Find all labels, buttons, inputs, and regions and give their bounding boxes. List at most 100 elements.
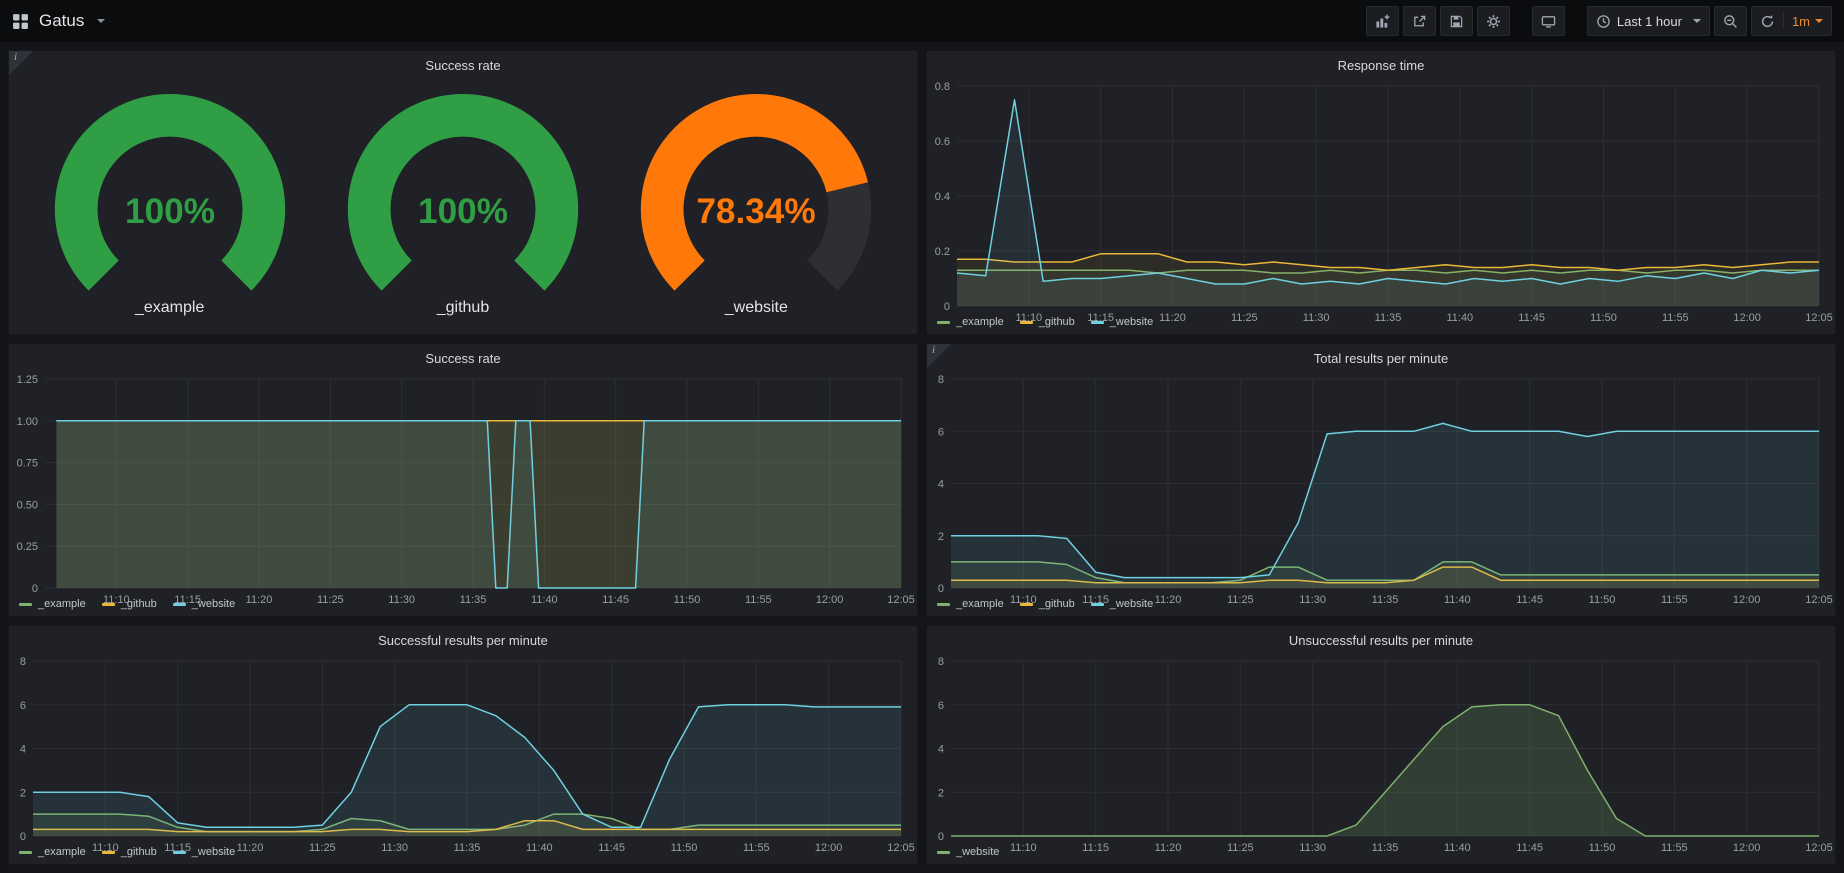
legend-label: _github — [1039, 598, 1075, 610]
panel-title[interactable]: Success rate — [9, 51, 917, 76]
chart-legend: _example _github _website — [927, 314, 1835, 334]
legend-label: _example — [38, 846, 86, 858]
legend-label: _website — [192, 846, 235, 858]
legend-item-_example[interactable]: _example — [19, 846, 86, 858]
legend-label: _example — [956, 316, 1004, 328]
y-tick-label: 1.00 — [17, 416, 38, 428]
y-tick-label: 6 — [20, 700, 26, 712]
panel-info-icon[interactable]: i — [9, 51, 33, 75]
success-rate-chart[interactable]: 00.250.500.751.001.2511:1011:1511:2011:2… — [9, 369, 917, 596]
share-button[interactable] — [1403, 6, 1436, 36]
legend-swatch — [173, 851, 186, 854]
legend-item-_github[interactable]: _github — [1020, 316, 1075, 328]
zoom-out-icon — [1723, 14, 1738, 29]
chart-legend: _example _github _website — [9, 844, 917, 864]
panel-unsuccessful-results: Unsuccessful results per minute 0246811:… — [926, 625, 1836, 865]
top-navbar: Gatus — [0, 0, 1844, 42]
cycle-view-button[interactable] — [1532, 6, 1565, 36]
legend-label: _github — [1039, 316, 1075, 328]
gauge-_example: 100% _example — [23, 94, 316, 317]
add-panel-button[interactable] — [1366, 6, 1399, 36]
y-tick-label: 0 — [20, 831, 26, 843]
chart-legend: _example _github _website — [9, 596, 917, 616]
y-tick-label: 0 — [944, 301, 950, 313]
legend-swatch — [1091, 603, 1104, 606]
line-chart: 0246811:1011:1511:2011:2511:3011:3511:40… — [9, 651, 917, 856]
legend-item-_github[interactable]: _github — [102, 846, 157, 858]
gauge-_github: 100%_github — [316, 94, 609, 317]
tv-icon — [1541, 14, 1556, 29]
y-tick-label: 0.6 — [935, 136, 950, 148]
panel-title[interactable]: Total results per minute — [927, 344, 1835, 369]
clock-icon — [1596, 14, 1611, 29]
refresh-interval-label[interactable]: 1m — [1792, 14, 1810, 29]
dashboard-title-caret-icon[interactable] — [97, 19, 105, 23]
refresh-interval-caret-icon[interactable] — [1815, 19, 1823, 23]
legend-item-_github[interactable]: _github — [1020, 598, 1075, 610]
response-time-chart[interactable]: 00.20.40.60.811:1011:1511:2011:2511:3011… — [927, 76, 1835, 314]
line-chart: 00.20.40.60.811:1011:1511:2011:2511:3011… — [927, 76, 1835, 326]
time-range-picker[interactable]: Last 1 hour — [1587, 6, 1710, 36]
legend-swatch — [937, 603, 950, 606]
legend-item-_website[interactable]: _website — [937, 846, 999, 858]
legend-item-_website[interactable]: _website — [1091, 316, 1153, 328]
legend-label: _website — [1110, 598, 1153, 610]
dashboard-title[interactable]: Gatus — [39, 11, 84, 31]
total-results-chart[interactable]: 0246811:1011:1511:2011:2511:3011:3511:40… — [927, 369, 1835, 596]
gauge-arc: 100% — [319, 94, 607, 303]
save-icon — [1449, 14, 1464, 29]
gauge-title: _example — [135, 299, 204, 317]
panel-title[interactable]: Success rate — [9, 344, 917, 369]
y-tick-label: 0 — [938, 831, 944, 843]
y-tick-label: 4 — [938, 479, 944, 491]
add-panel-icon — [1375, 14, 1390, 29]
panel-title[interactable]: Successful results per minute — [9, 626, 917, 651]
save-button[interactable] — [1440, 6, 1473, 36]
dashboard-grid: i Success rate 100%_example100%_github78… — [0, 42, 1844, 873]
panel-success-rate-gauges: i Success rate 100%_example100%_github78… — [8, 50, 918, 335]
y-tick-label: 0.25 — [17, 541, 38, 553]
settings-button[interactable] — [1477, 6, 1510, 36]
legend-item-_example[interactable]: _example — [19, 598, 86, 610]
panel-total-results: i Total results per minute 0246811:1011:… — [926, 343, 1836, 617]
gauge-arc: 100% — [26, 94, 314, 303]
legend-swatch — [102, 851, 115, 854]
legend-swatch — [102, 603, 115, 606]
y-tick-label: 2 — [938, 531, 944, 543]
y-tick-label: 6 — [938, 426, 944, 438]
gauge-value-text: 78.34% — [697, 192, 816, 231]
legend-item-_github[interactable]: _github — [102, 598, 157, 610]
successful-results-chart[interactable]: 0246811:1011:1511:2011:2511:3011:3511:40… — [9, 651, 917, 844]
gauge-value-text: 100% — [418, 192, 508, 231]
panel-info-icon[interactable]: i — [927, 344, 951, 368]
refresh-button[interactable]: 1m — [1751, 6, 1832, 36]
gauge-_website: 78.34%_website — [610, 94, 903, 317]
legend-swatch — [937, 851, 950, 854]
unsuccessful-results-chart[interactable]: 0246811:1011:1511:2011:2511:3011:3511:40… — [927, 651, 1835, 844]
legend-swatch — [1020, 321, 1033, 324]
legend-label: _website — [192, 598, 235, 610]
dashboard-grid-icon[interactable] — [12, 13, 29, 30]
legend-item-_website[interactable]: _website — [173, 846, 235, 858]
panel-title[interactable]: Response time — [927, 51, 1835, 76]
legend-item-_example[interactable]: _example — [937, 316, 1004, 328]
y-tick-label: 4 — [20, 744, 26, 756]
y-tick-label: 4 — [938, 744, 944, 756]
view-mode-group — [1532, 6, 1565, 36]
legend-label: _example — [956, 598, 1004, 610]
legend-item-_example[interactable]: _example — [937, 598, 1004, 610]
gauge-value-text: 100% — [125, 192, 215, 231]
legend-swatch — [19, 851, 32, 854]
legend-item-_website[interactable]: _website — [173, 598, 235, 610]
legend-item-_website[interactable]: _website — [1091, 598, 1153, 610]
panel-title[interactable]: Unsuccessful results per minute — [927, 626, 1835, 651]
legend-label: _website — [956, 846, 999, 858]
legend-swatch — [173, 603, 186, 606]
series-area-_website — [33, 705, 901, 836]
zoom-out-button[interactable] — [1714, 6, 1747, 36]
series-area-_website — [56, 421, 901, 588]
legend-swatch — [19, 603, 32, 606]
series-area-_website — [951, 423, 1819, 588]
legend-label: _example — [38, 598, 86, 610]
y-tick-label: 0 — [32, 583, 38, 595]
